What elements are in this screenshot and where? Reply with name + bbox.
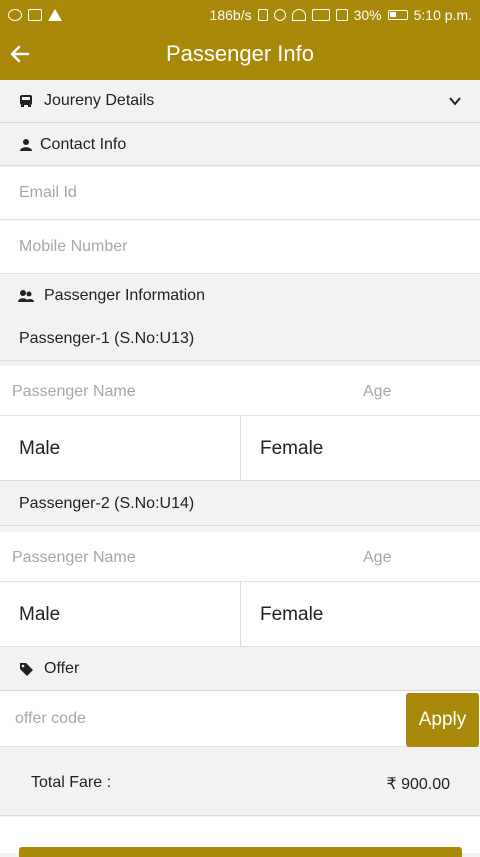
- app-bar: Passenger Info: [0, 30, 480, 80]
- passenger-2-male-option[interactable]: Male: [0, 582, 240, 647]
- total-fare-value: ₹ 900.00: [386, 776, 450, 793]
- passenger-info-header: Passenger Information: [0, 275, 480, 317]
- contact-info-header: Contact Info: [0, 124, 480, 166]
- apply-button[interactable]: Apply: [406, 693, 479, 747]
- alarm-icon: [273, 9, 286, 21]
- wifi-icon: [291, 9, 306, 21]
- people-icon: [18, 288, 34, 304]
- passenger-1-female-option[interactable]: Female: [240, 416, 480, 481]
- offer-header: Offer: [0, 648, 480, 691]
- chevron-down-icon[interactable]: [448, 94, 462, 108]
- passenger-1-gender: Male Female: [0, 416, 480, 481]
- mobile-field[interactable]: Mobile Number: [0, 221, 480, 274]
- passenger-2-age-input[interactable]: Age: [363, 549, 391, 567]
- gallery-icon: [28, 9, 42, 21]
- passenger-1-age-input[interactable]: Age: [363, 383, 391, 401]
- passenger-1-label: Passenger-1 (S.No:U13): [0, 317, 480, 361]
- passenger-2-row: Passenger Name Age: [0, 532, 480, 582]
- passenger-info-label: Passenger Information: [44, 287, 205, 304]
- page-title: Passenger Info: [166, 41, 314, 66]
- passenger-1-male-option[interactable]: Male: [0, 416, 240, 481]
- clock: 5:10 p.m.: [413, 7, 472, 23]
- journey-details-header[interactable]: Joureny Details: [0, 80, 480, 123]
- signal-icon: [311, 9, 330, 21]
- email-field[interactable]: Email Id: [0, 167, 480, 220]
- total-fare-label: Total Fare :: [31, 774, 112, 791]
- network-speed: 186b/s: [209, 7, 252, 23]
- battery-percent: 30%: [353, 7, 382, 23]
- passenger-1-row: Passenger Name Age: [0, 366, 480, 416]
- journey-details-label: Joureny Details: [44, 92, 155, 109]
- passenger-2-name-input[interactable]: Passenger Name: [12, 549, 136, 567]
- passenger-1-name-input[interactable]: Passenger Name: [12, 383, 136, 401]
- person-icon: [18, 137, 34, 153]
- battery-icon: [387, 10, 408, 20]
- proceed-button[interactable]: [19, 847, 462, 857]
- total-fare: Total Fare : ₹ 900.00: [0, 748, 480, 816]
- mute-icon: [257, 9, 268, 21]
- signal-icon-2: [335, 9, 348, 21]
- offer-code-input[interactable]: offer code: [15, 710, 86, 728]
- contact-info-label: Contact Info: [40, 135, 127, 153]
- tag-icon: [18, 661, 34, 677]
- bottom-area: [0, 817, 480, 857]
- passenger-2-female-option[interactable]: Female: [240, 582, 480, 647]
- offer-label: Offer: [44, 660, 80, 677]
- warning-icon: [48, 9, 62, 21]
- whatsapp-icon: [8, 9, 22, 21]
- status-bar: 186b/s 30% 5:10 p.m.: [0, 0, 480, 30]
- bus-icon: [18, 93, 34, 109]
- passenger-2-label: Passenger-2 (S.No:U14): [0, 482, 480, 526]
- passenger-2-gender: Male Female: [0, 582, 480, 647]
- offer-row: offer code Apply: [0, 691, 480, 747]
